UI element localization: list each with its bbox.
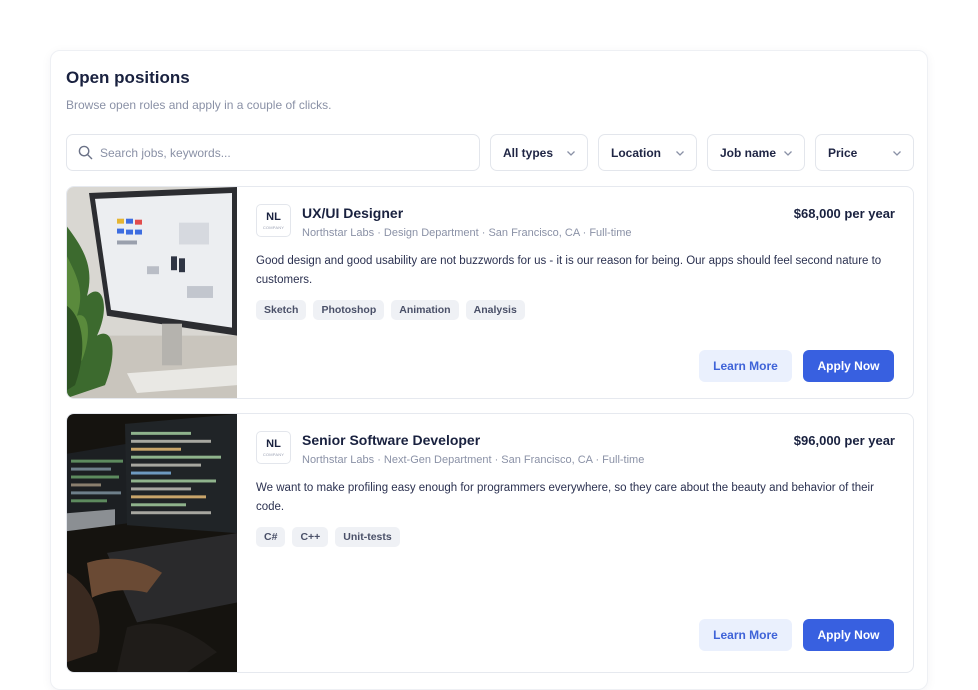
filter-price[interactable]: Price	[815, 134, 914, 171]
job-image-developer-workstation	[67, 414, 237, 672]
job-tag: C#	[256, 527, 286, 547]
job-description: We want to make profiling easy enough fo…	[256, 482, 874, 513]
search-input[interactable]	[100, 145, 460, 160]
apply-now-button[interactable]: Apply Now	[803, 619, 894, 651]
search-box[interactable]	[66, 134, 480, 171]
chevron-down-icon	[893, 150, 901, 156]
open-positions-panel: Open positions Browse open roles and app…	[50, 50, 928, 690]
job-meta: Northstar Labs · Design Department · San…	[302, 227, 632, 239]
filter-all-types[interactable]: All types	[490, 134, 588, 171]
page-subtitle: Browse open roles and apply in a couple …	[66, 98, 332, 112]
filter-all-types-label: All types	[503, 145, 554, 160]
search-icon	[78, 145, 93, 160]
filter-price-label: Price	[828, 145, 858, 160]
job-salary: $68,000 per year	[793, 206, 895, 221]
job-tag: Animation	[391, 300, 459, 320]
job-tag: Sketch	[256, 300, 307, 320]
job-tags: C# C++ Unit-tests	[256, 527, 400, 547]
job-tag: C++	[292, 527, 329, 547]
company-logo: NL COMPANY	[256, 431, 291, 464]
apply-now-button[interactable]: Apply Now	[803, 350, 894, 382]
chevron-down-icon	[676, 150, 684, 156]
job-description: Good design and good usability are not b…	[256, 255, 882, 286]
chevron-down-icon	[784, 150, 792, 156]
chevron-down-icon	[567, 150, 575, 156]
learn-more-button[interactable]: Learn More	[699, 619, 792, 651]
job-tag: Photoshop	[313, 300, 385, 320]
job-tag: Analysis	[465, 300, 525, 320]
company-logo-sub: COMPANY	[262, 451, 285, 457]
company-logo-mark: NL	[266, 210, 281, 223]
job-tag: Unit-tests	[335, 527, 400, 547]
company-logo-mark: NL	[266, 437, 281, 450]
company-logo: NL COMPANY	[256, 204, 291, 237]
job-salary: $96,000 per year	[793, 433, 895, 448]
job-tags: Sketch Photoshop Animation Analysis	[256, 300, 525, 320]
filter-job-name-label: Job name	[720, 145, 777, 160]
job-title[interactable]: UX/UI Designer	[302, 205, 403, 221]
filter-location[interactable]: Location	[598, 134, 697, 171]
page-title: Open positions	[66, 68, 190, 87]
learn-more-button[interactable]: Learn More	[699, 350, 792, 382]
job-meta: Northstar Labs · Next-Gen Department · S…	[302, 454, 645, 466]
job-image-designer-workspace	[67, 187, 237, 398]
filter-job-name[interactable]: Job name	[707, 134, 805, 171]
filter-location-label: Location	[611, 145, 661, 160]
company-logo-sub: COMPANY	[262, 224, 285, 230]
job-title[interactable]: Senior Software Developer	[302, 432, 480, 448]
job-card: NL COMPANY UX/UI Designer Northstar Labs…	[66, 186, 914, 399]
job-card: NL COMPANY Senior Software Developer Nor…	[66, 413, 914, 673]
